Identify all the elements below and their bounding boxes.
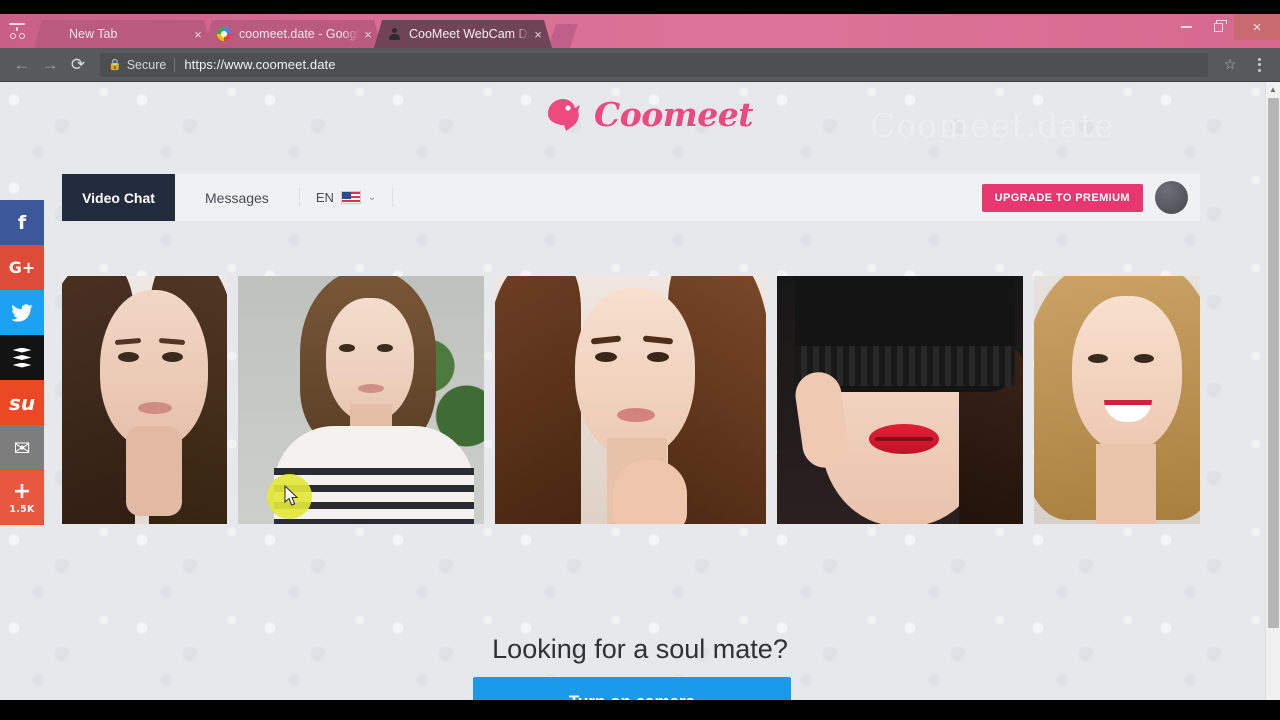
scrollbar-up-arrow[interactable]: ▲	[1266, 82, 1280, 97]
social-share-sidebar: f G+ su ✉ + 1.5K	[0, 200, 44, 525]
tab-title: New Tab	[69, 27, 118, 41]
site-logo[interactable]: Coomeet	[542, 94, 753, 134]
lock-icon: 🔒	[108, 59, 122, 71]
tab-title: coomeet.date - Google S	[239, 27, 360, 41]
tab-close-icon[interactable]: ×	[530, 26, 546, 42]
share-more-button[interactable]: + 1.5K	[0, 470, 44, 525]
google-favicon	[216, 26, 232, 42]
scrollbar-thumb[interactable]	[1268, 98, 1279, 628]
language-picker[interactable]: EN ⌄	[300, 174, 392, 221]
page-scrollbar[interactable]: ▲	[1265, 82, 1280, 700]
twitter-icon[interactable]	[0, 290, 44, 335]
tab-close-icon[interactable]: ×	[190, 26, 206, 42]
share-count: 1.5K	[9, 503, 35, 515]
secure-label: Secure	[126, 57, 167, 72]
restore-button[interactable]	[1202, 14, 1234, 40]
reload-icon[interactable]: ⟳	[64, 51, 92, 79]
blank-favicon	[46, 26, 62, 42]
logo-text: Coomeet	[594, 94, 753, 134]
photo-thumbnail[interactable]	[62, 276, 228, 524]
three-dots-icon[interactable]	[1246, 57, 1272, 72]
mouse-cursor-icon	[284, 485, 299, 506]
window-controls: ×	[1170, 14, 1280, 48]
browser-window: New Tab × coomeet.date - Google S × CooM…	[0, 14, 1280, 700]
bookmark-star-icon[interactable]: ☆	[1216, 51, 1244, 79]
buffer-icon[interactable]	[0, 335, 44, 380]
plus-icon: +	[12, 478, 32, 504]
close-window-button[interactable]: ×	[1234, 14, 1280, 40]
tab-strip: New Tab × coomeet.date - Google S × CooM…	[0, 14, 1280, 48]
site-nav-bar: Video Chat Messages EN ⌄ UPGRADE TO PREM…	[62, 174, 1200, 221]
google-plus-icon[interactable]: G+	[0, 245, 44, 290]
site-header: Coomeet Coomeet.date	[0, 82, 1280, 174]
chevron-down-icon: ⌄	[367, 192, 377, 203]
photo-thumbnail[interactable]	[494, 276, 767, 524]
us-flag-icon	[340, 191, 361, 204]
tab-video-chat[interactable]: Video Chat	[62, 174, 175, 221]
language-code: EN	[315, 190, 334, 205]
tab-messages[interactable]: Messages	[175, 174, 299, 221]
photo-thumbnail[interactable]	[777, 276, 1023, 524]
minimize-button[interactable]	[1170, 14, 1202, 40]
letterbox-bottom	[0, 700, 1280, 720]
upgrade-to-premium-button[interactable]: UPGRADE TO PREMIUM	[981, 183, 1143, 212]
page-title: Looking for a soul mate?	[492, 634, 788, 664]
forward-icon[interactable]: →	[36, 51, 64, 79]
browser-toolbar: ← → ⟳ 🔒 Secure https://www.coomeet.date …	[0, 48, 1280, 82]
browser-tab-new-tab[interactable]: New Tab ×	[34, 20, 212, 48]
stumbleupon-icon[interactable]: su	[0, 380, 44, 425]
person-favicon	[386, 26, 402, 42]
page-viewport: Coomeet Coomeet.date Video Chat Messages…	[0, 82, 1280, 700]
page-watermark: Coomeet.date	[870, 106, 1115, 145]
avatar[interactable]	[1155, 181, 1188, 214]
photo-thumbnail[interactable]	[1033, 276, 1201, 524]
browser-tab-google-search[interactable]: coomeet.date - Google S ×	[204, 20, 382, 48]
email-icon[interactable]: ✉	[0, 425, 44, 470]
facebook-icon[interactable]: f	[0, 200, 44, 245]
omnibox-divider	[174, 57, 176, 72]
photo-strip	[62, 276, 1201, 524]
address-bar-url: https://www.coomeet.date	[184, 57, 336, 72]
letterbox-top	[0, 0, 1280, 14]
turn-on-camera-button[interactable]: Turn on camera	[473, 677, 791, 700]
back-icon[interactable]: ←	[8, 51, 36, 79]
address-bar[interactable]: 🔒 Secure https://www.coomeet.date	[100, 52, 1208, 77]
tab-title: CooMeet WebCam Datin	[409, 27, 528, 41]
tab-close-icon[interactable]: ×	[360, 26, 376, 42]
browser-tab-coomeet[interactable]: CooMeet WebCam Datin ×	[374, 20, 552, 48]
bird-logo-icon	[548, 99, 580, 131]
chrome-menu-icon[interactable]	[0, 14, 34, 48]
